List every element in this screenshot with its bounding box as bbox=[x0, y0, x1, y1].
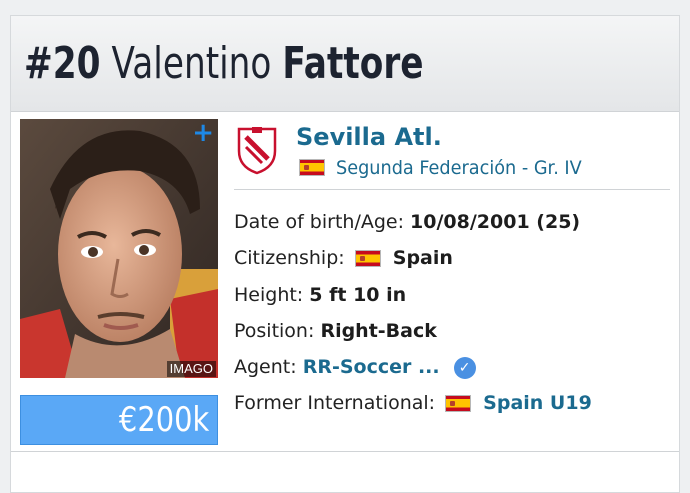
citizenship-value: Spain bbox=[392, 247, 453, 269]
player-header: #20 Valentino Fattore bbox=[11, 16, 679, 112]
spain-flag-icon bbox=[299, 159, 325, 176]
league-link[interactable]: Segunda Federación - Gr. IV bbox=[336, 156, 582, 180]
player-title: #20 Valentino Fattore bbox=[24, 36, 424, 92]
citizenship-row: Citizenship: Spain bbox=[234, 245, 453, 271]
player-last-name: Fattore bbox=[282, 38, 424, 89]
plus-icon[interactable]: + bbox=[192, 120, 214, 146]
position-value: Right-Back bbox=[320, 320, 437, 342]
former-international-link[interactable]: Spain U19 bbox=[483, 392, 592, 414]
spain-flag-icon bbox=[445, 395, 472, 412]
agent-label: Agent: bbox=[234, 356, 297, 378]
agent-row: Agent: RR-Soccer ... ✓ bbox=[234, 354, 476, 380]
dob-row: Date of birth/Age: 10/08/2001 (25) bbox=[234, 209, 580, 235]
height-value: 5 ft 10 in bbox=[309, 284, 407, 306]
player-first-name: Valentino bbox=[111, 38, 272, 89]
market-value-button[interactable]: €200k bbox=[20, 395, 218, 445]
player-photo[interactable]: + IMAGO bbox=[20, 119, 218, 378]
agent-link[interactable]: RR-Soccer ... bbox=[303, 356, 440, 378]
section-divider bbox=[11, 451, 679, 452]
spain-flag-icon bbox=[354, 250, 381, 267]
position-row: Position: Right-Back bbox=[234, 318, 437, 344]
club-crest-icon[interactable] bbox=[236, 125, 278, 175]
shirt-number: #20 bbox=[24, 38, 101, 89]
former-international-label: Former International: bbox=[234, 392, 436, 414]
club-divider bbox=[234, 189, 670, 190]
height-row: Height: 5 ft 10 in bbox=[234, 282, 406, 308]
dob-value: 10/08/2001 (25) bbox=[410, 211, 581, 233]
player-photo-image bbox=[20, 119, 218, 378]
citizenship-label: Citizenship: bbox=[234, 247, 345, 269]
height-label: Height: bbox=[234, 284, 304, 306]
market-value: €200k bbox=[118, 400, 209, 440]
verified-check-icon: ✓ bbox=[453, 356, 476, 379]
position-label: Position: bbox=[234, 320, 315, 342]
dob-label: Date of birth/Age: bbox=[234, 211, 404, 233]
former-international-row: Former International: Spain U19 bbox=[234, 390, 592, 416]
photo-watermark: IMAGO bbox=[166, 361, 216, 377]
league-row: Segunda Federación - Gr. IV bbox=[299, 155, 600, 180]
club-name-link[interactable]: Sevilla Atl. bbox=[296, 121, 442, 153]
